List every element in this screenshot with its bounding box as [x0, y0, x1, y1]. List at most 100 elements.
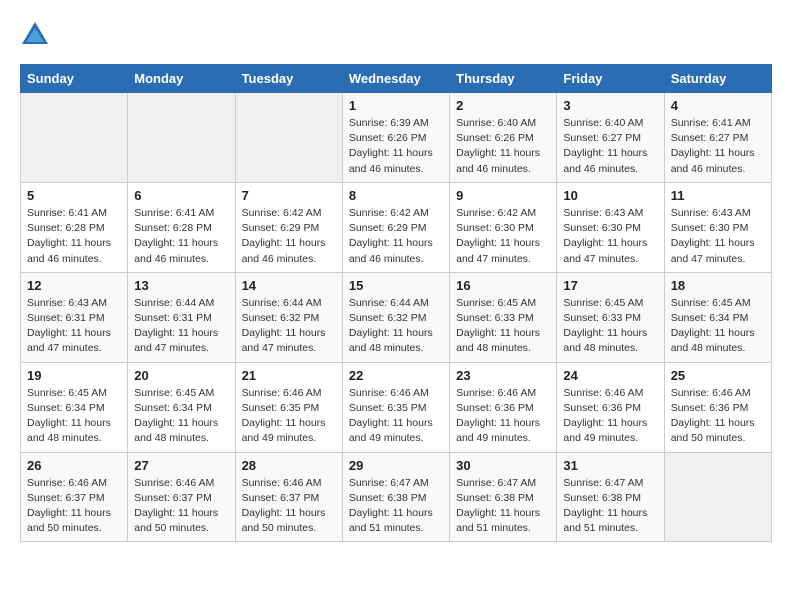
day-info: Sunrise: 6:46 AM Sunset: 6:37 PM Dayligh… — [134, 476, 228, 537]
calendar-week-row: 12 Sunrise: 6:43 AM Sunset: 6:31 PM Dayli… — [21, 272, 772, 362]
day-info: Sunrise: 6:46 AM Sunset: 6:35 PM Dayligh… — [349, 386, 443, 447]
day-number: 27 — [134, 458, 228, 473]
logo-icon — [20, 20, 50, 48]
day-info: Sunrise: 6:43 AM Sunset: 6:30 PM Dayligh… — [671, 206, 765, 267]
day-info: Sunrise: 6:44 AM Sunset: 6:31 PM Dayligh… — [134, 296, 228, 357]
day-number: 6 — [134, 188, 228, 203]
day-info: Sunrise: 6:47 AM Sunset: 6:38 PM Dayligh… — [563, 476, 657, 537]
calendar-week-row: 26 Sunrise: 6:46 AM Sunset: 6:37 PM Dayli… — [21, 452, 772, 542]
day-number: 7 — [242, 188, 336, 203]
day-number: 10 — [563, 188, 657, 203]
calendar-cell: 10 Sunrise: 6:43 AM Sunset: 6:30 PM Dayli… — [557, 182, 664, 272]
day-number: 17 — [563, 278, 657, 293]
calendar-cell: 6 Sunrise: 6:41 AM Sunset: 6:28 PM Daylig… — [128, 182, 235, 272]
day-number: 29 — [349, 458, 443, 473]
day-number: 31 — [563, 458, 657, 473]
day-info: Sunrise: 6:45 AM Sunset: 6:34 PM Dayligh… — [27, 386, 121, 447]
day-number: 30 — [456, 458, 550, 473]
day-number: 24 — [563, 368, 657, 383]
calendar-week-row: 19 Sunrise: 6:45 AM Sunset: 6:34 PM Dayli… — [21, 362, 772, 452]
calendar-cell: 16 Sunrise: 6:45 AM Sunset: 6:33 PM Dayli… — [450, 272, 557, 362]
day-header-thursday: Thursday — [450, 65, 557, 93]
day-info: Sunrise: 6:45 AM Sunset: 6:34 PM Dayligh… — [134, 386, 228, 447]
day-number: 22 — [349, 368, 443, 383]
day-number: 14 — [242, 278, 336, 293]
day-number: 16 — [456, 278, 550, 293]
day-number: 21 — [242, 368, 336, 383]
day-info: Sunrise: 6:46 AM Sunset: 6:35 PM Dayligh… — [242, 386, 336, 447]
calendar-cell: 17Sunrise: 6:45 AM Sunset: 6:33 PM Dayli… — [557, 272, 664, 362]
calendar-cell: 5 Sunrise: 6:41 AM Sunset: 6:28 PM Daylig… — [21, 182, 128, 272]
day-header-saturday: Saturday — [664, 65, 771, 93]
day-number: 8 — [349, 188, 443, 203]
day-number: 20 — [134, 368, 228, 383]
day-info: Sunrise: 6:47 AM Sunset: 6:38 PM Dayligh… — [456, 476, 550, 537]
calendar-cell — [21, 93, 128, 183]
day-info: Sunrise: 6:43 AM Sunset: 6:30 PM Dayligh… — [563, 206, 657, 267]
day-info: Sunrise: 6:47 AM Sunset: 6:38 PM Dayligh… — [349, 476, 443, 537]
calendar-cell: 19 Sunrise: 6:45 AM Sunset: 6:34 PM Dayli… — [21, 362, 128, 452]
day-number: 1 — [349, 98, 443, 113]
day-info: Sunrise: 6:40 AM Sunset: 6:26 PM Dayligh… — [456, 116, 550, 177]
calendar-cell — [664, 452, 771, 542]
day-number: 25 — [671, 368, 765, 383]
day-number: 2 — [456, 98, 550, 113]
day-info: Sunrise: 6:45 AM Sunset: 6:33 PM Dayligh… — [456, 296, 550, 357]
day-header-friday: Friday — [557, 65, 664, 93]
calendar-week-row: 5 Sunrise: 6:41 AM Sunset: 6:28 PM Daylig… — [21, 182, 772, 272]
day-info: Sunrise: 6:46 AM Sunset: 6:36 PM Dayligh… — [563, 386, 657, 447]
day-number: 26 — [27, 458, 121, 473]
day-header-wednesday: Wednesday — [342, 65, 449, 93]
day-number: 4 — [671, 98, 765, 113]
day-number: 23 — [456, 368, 550, 383]
calendar-cell: 1 Sunrise: 6:39 AM Sunset: 6:26 PM Daylig… — [342, 93, 449, 183]
day-number: 13 — [134, 278, 228, 293]
calendar-week-row: 1 Sunrise: 6:39 AM Sunset: 6:26 PM Daylig… — [21, 93, 772, 183]
calendar-cell: 11Sunrise: 6:43 AM Sunset: 6:30 PM Dayli… — [664, 182, 771, 272]
calendar-cell: 31 Sunrise: 6:47 AM Sunset: 6:38 PM Dayli… — [557, 452, 664, 542]
day-info: Sunrise: 6:42 AM Sunset: 6:30 PM Dayligh… — [456, 206, 550, 267]
day-info: Sunrise: 6:39 AM Sunset: 6:26 PM Dayligh… — [349, 116, 443, 177]
day-number: 9 — [456, 188, 550, 203]
day-info: Sunrise: 6:41 AM Sunset: 6:28 PM Dayligh… — [27, 206, 121, 267]
day-info: Sunrise: 6:41 AM Sunset: 6:28 PM Dayligh… — [134, 206, 228, 267]
calendar-cell: 28 Sunrise: 6:46 AM Sunset: 6:37 PM Dayli… — [235, 452, 342, 542]
calendar-cell: 14Sunrise: 6:44 AM Sunset: 6:32 PM Dayli… — [235, 272, 342, 362]
day-info: Sunrise: 6:46 AM Sunset: 6:37 PM Dayligh… — [27, 476, 121, 537]
day-info: Sunrise: 6:46 AM Sunset: 6:36 PM Dayligh… — [671, 386, 765, 447]
calendar-cell: 12 Sunrise: 6:43 AM Sunset: 6:31 PM Dayli… — [21, 272, 128, 362]
calendar-cell: 21 Sunrise: 6:46 AM Sunset: 6:35 PM Dayli… — [235, 362, 342, 452]
day-info: Sunrise: 6:42 AM Sunset: 6:29 PM Dayligh… — [242, 206, 336, 267]
day-info: Sunrise: 6:44 AM Sunset: 6:32 PM Dayligh… — [349, 296, 443, 357]
calendar-cell: 24 Sunrise: 6:46 AM Sunset: 6:36 PM Dayli… — [557, 362, 664, 452]
day-info: Sunrise: 6:43 AM Sunset: 6:31 PM Dayligh… — [27, 296, 121, 357]
day-number: 19 — [27, 368, 121, 383]
day-header-sunday: Sunday — [21, 65, 128, 93]
calendar-table: SundayMondayTuesdayWednesdayThursdayFrid… — [20, 64, 772, 542]
calendar-cell — [128, 93, 235, 183]
calendar-cell: 13 Sunrise: 6:44 AM Sunset: 6:31 PM Dayli… — [128, 272, 235, 362]
day-number: 12 — [27, 278, 121, 293]
calendar-cell: 9 Sunrise: 6:42 AM Sunset: 6:30 PM Daylig… — [450, 182, 557, 272]
calendar-cell: 18 Sunrise: 6:45 AM Sunset: 6:34 PM Dayli… — [664, 272, 771, 362]
calendar-cell: 22 Sunrise: 6:46 AM Sunset: 6:35 PM Dayli… — [342, 362, 449, 452]
day-number: 3 — [563, 98, 657, 113]
calendar-cell: 26 Sunrise: 6:46 AM Sunset: 6:37 PM Dayli… — [21, 452, 128, 542]
day-number: 18 — [671, 278, 765, 293]
day-info: Sunrise: 6:40 AM Sunset: 6:27 PM Dayligh… — [563, 116, 657, 177]
day-info: Sunrise: 6:45 AM Sunset: 6:34 PM Dayligh… — [671, 296, 765, 357]
calendar-cell: 3 Sunrise: 6:40 AM Sunset: 6:27 PM Daylig… — [557, 93, 664, 183]
logo — [20, 20, 54, 48]
calendar-cell: 15Sunrise: 6:44 AM Sunset: 6:32 PM Dayli… — [342, 272, 449, 362]
day-number: 28 — [242, 458, 336, 473]
day-number: 5 — [27, 188, 121, 203]
day-info: Sunrise: 6:42 AM Sunset: 6:29 PM Dayligh… — [349, 206, 443, 267]
calendar-cell: 30 Sunrise: 6:47 AM Sunset: 6:38 PM Dayli… — [450, 452, 557, 542]
day-info: Sunrise: 6:41 AM Sunset: 6:27 PM Dayligh… — [671, 116, 765, 177]
calendar-cell: 8 Sunrise: 6:42 AM Sunset: 6:29 PM Daylig… — [342, 182, 449, 272]
day-info: Sunrise: 6:46 AM Sunset: 6:37 PM Dayligh… — [242, 476, 336, 537]
calendar-cell: 20 Sunrise: 6:45 AM Sunset: 6:34 PM Dayli… — [128, 362, 235, 452]
day-info: Sunrise: 6:46 AM Sunset: 6:36 PM Dayligh… — [456, 386, 550, 447]
calendar-cell: 4 Sunrise: 6:41 AM Sunset: 6:27 PM Daylig… — [664, 93, 771, 183]
calendar-cell: 7 Sunrise: 6:42 AM Sunset: 6:29 PM Daylig… — [235, 182, 342, 272]
